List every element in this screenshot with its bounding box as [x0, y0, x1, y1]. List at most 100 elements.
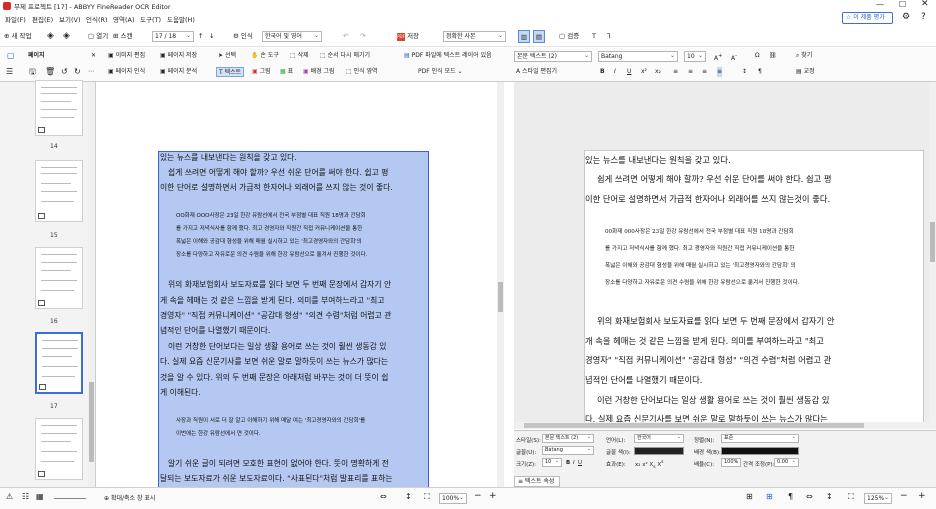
- table-area-tool[interactable]: ▦ 표: [280, 67, 293, 77]
- save-icon[interactable]: 🖫: [29, 67, 36, 77]
- text-line[interactable]: 있는 뉴스를 내보낸다는 원칙을 갖고 있다.: [585, 154, 731, 166]
- thumbnail-page-17-selected[interactable]: [35, 332, 83, 394]
- underline-icon[interactable]: U: [627, 67, 631, 77]
- prop-lang-select[interactable]: 한국어: [634, 434, 684, 443]
- panel-close-icon[interactable]: ✕: [91, 51, 96, 61]
- rotate-right-icon[interactable]: ↻: [74, 67, 81, 77]
- paragraph-marks-icon[interactable]: ¶: [788, 492, 793, 501]
- menu-edit[interactable]: 편집(E): [32, 14, 53, 24]
- underline-icon[interactable]: U: [578, 460, 582, 466]
- thumbnail-page-16[interactable]: [35, 247, 83, 309]
- image-scrollbar[interactable]: [497, 82, 504, 487]
- picture-area-tool[interactable]: ▣ 그림: [252, 67, 271, 77]
- select-tool[interactable]: ➤ 선택: [218, 51, 236, 61]
- style-editor-button[interactable]: A 스타일 편집기: [516, 67, 557, 77]
- thumbnail-page-14[interactable]: [35, 80, 83, 136]
- font-select[interactable]: Batang: [598, 51, 678, 62]
- font-size-select[interactable]: 10: [684, 51, 706, 62]
- save-button[interactable]: PDF 저장: [397, 30, 419, 43]
- text-line[interactable]: 쉽게 쓰려면 어떻게 해야 할까? 우선 쉬운 단어를 써야 한다. 쉽고 평: [597, 173, 832, 185]
- prop-spacing-input[interactable]: 0.00: [774, 458, 799, 467]
- fit-height-icon[interactable]: ↕: [405, 492, 412, 501]
- text-properties-tab[interactable]: ≡ 텍스트 속성: [514, 476, 560, 487]
- thumb-size-slider[interactable]: [54, 498, 86, 499]
- pdf-text-layer-option[interactable]: ▤ PDF 파일에 텍스트 레이어 있음: [404, 51, 492, 61]
- link-icon[interactable]: ⛓: [769, 51, 777, 61]
- menu-tools[interactable]: 도구(T): [140, 14, 161, 24]
- reorder-tool[interactable]: ⬚ 순서 다시 매기기: [320, 51, 370, 61]
- text-line[interactable]: 이런 거창한 단어보다는 일상 생활 용어로 쓰는 것이 훨씬 생동감 있: [597, 394, 829, 406]
- fit-width-icon[interactable]: ⇔: [806, 492, 813, 501]
- recognize-button[interactable]: ⚙ 인식: [233, 30, 253, 43]
- scan-button[interactable]: ⊞ 스캔: [113, 30, 132, 43]
- new-task-button[interactable]: ⊕ 새 작업: [4, 30, 32, 43]
- paragraph-icon[interactable]: ¶: [758, 67, 762, 77]
- save-page-button[interactable]: ▣ 페이지 저장: [160, 51, 197, 61]
- text-quote-line[interactable]: 00화재 000사장은 23일 한강 유람선에서 전국 부점별 대표 직원 18…: [605, 227, 794, 235]
- menu-view[interactable]: 보기(V): [59, 14, 80, 24]
- open-button[interactable]: ▢ 열기: [88, 30, 108, 43]
- recognize-page-button[interactable]: ▣ 페이지 인식: [108, 67, 145, 77]
- text-style-icon[interactable]: T: [592, 30, 596, 43]
- delete-area-tool[interactable]: ⬚ 삭제: [290, 51, 309, 61]
- arrow-down-icon[interactable]: ↓: [209, 30, 214, 43]
- redo-icon[interactable]: ↷: [360, 30, 365, 43]
- language-select[interactable]: 한국어 및 영어: [262, 31, 322, 42]
- prop-font-select[interactable]: Batang: [542, 446, 594, 455]
- prop-align-select[interactable]: 표준: [721, 434, 799, 443]
- subscript-icon[interactable]: x₂: [655, 67, 661, 77]
- settings-gear-icon[interactable]: ⚙: [902, 12, 910, 22]
- zoom-select-right[interactable]: 125%: [864, 493, 892, 504]
- page-counter[interactable]: 17 / 18: [152, 31, 194, 42]
- rotate-left-icon[interactable]: ↺: [61, 67, 68, 77]
- prop-size-select[interactable]: 10: [542, 458, 562, 467]
- font-color-swatch[interactable]: [634, 447, 684, 455]
- zoom-in-icon[interactable]: +: [918, 491, 926, 501]
- pdf-mode-option[interactable]: PDF 인식 모드 ⌄: [418, 67, 463, 77]
- grid-view-icon[interactable]: ▦: [36, 492, 44, 501]
- align-left-icon[interactable]: ≡: [673, 67, 678, 77]
- close-icon[interactable]: ✕: [921, 0, 929, 9]
- list-icon[interactable]: ☰: [6, 67, 13, 77]
- scrollbar-thumb[interactable]: [498, 282, 503, 312]
- text-quote-line[interactable]: 를 가지고 저녁식사를 함께 했다. 최고 경영자와 직원간 직접 커뮤니케이션…: [605, 244, 794, 252]
- menu-recognize[interactable]: 인식(R): [86, 14, 108, 24]
- thumbnails-scrollbar[interactable]: [88, 82, 95, 487]
- compare-icon[interactable]: ⊞: [766, 492, 773, 501]
- text-scrollbar[interactable]: [929, 82, 936, 429]
- text-line[interactable]: 이한 단어로 설명하면서 가급적 한자어나 외래어를 쓰지 않는것이 좋다.: [585, 193, 830, 205]
- text-line[interactable]: 경영자" "직접 커뮤니케이션" "공감대 형성" "의견 수렴"처럼 어렵고 …: [585, 354, 831, 366]
- scrollbar-thumb[interactable]: [89, 382, 94, 462]
- zoom-window-toggle[interactable]: ⊕ 확대/축소 창 표시: [104, 493, 155, 502]
- scrollbar-thumb[interactable]: [930, 222, 935, 262]
- thumbnail-page-18[interactable]: [35, 418, 83, 480]
- page-panel-icon[interactable]: ▢: [7, 51, 15, 61]
- style-select[interactable]: 본문 텍스트 (2): [514, 51, 592, 62]
- format-icon[interactable]: ⅂: [607, 30, 611, 43]
- list-view-icon[interactable]: ☷: [22, 492, 29, 501]
- prop-scale-input[interactable]: 100%: [721, 458, 741, 467]
- recognition-area-tool[interactable]: ⬚ 인식 영역: [346, 67, 378, 77]
- save-mode-select[interactable]: 정확한 사본: [443, 31, 506, 42]
- italic-icon[interactable]: I: [614, 67, 616, 77]
- delete-icon[interactable]: 🗑: [45, 67, 55, 77]
- zoom-out-icon[interactable]: −: [474, 491, 482, 501]
- warning-icon[interactable]: ⚠: [6, 492, 13, 501]
- fit-icon[interactable]: ⇔: [380, 492, 387, 501]
- special-char-icon[interactable]: Ω: [755, 51, 760, 61]
- correct-button[interactable]: ▤ 교정: [796, 67, 815, 77]
- prop-style-select[interactable]: 본문 텍스트 (2): [542, 434, 594, 443]
- justify-icon[interactable]: ≡: [717, 67, 723, 77]
- text-area-tool[interactable]: T 텍스트: [216, 67, 245, 77]
- fullscreen-icon[interactable]: ⛶: [848, 492, 854, 502]
- thumbnail-page-15[interactable]: [35, 160, 83, 222]
- verify-button[interactable]: ▢ 검증: [559, 30, 579, 43]
- grow-font-icon[interactable]: A+: [714, 51, 722, 62]
- zoom-in-icon[interactable]: +: [489, 491, 497, 501]
- fullscreen-icon[interactable]: ⛶: [424, 492, 430, 502]
- menu-help[interactable]: 도움말(H): [167, 14, 195, 24]
- help-icon[interactable]: ?: [921, 12, 926, 22]
- layers-down-icon[interactable]: ◈: [63, 30, 70, 43]
- hscroll-thumb[interactable]: [524, 423, 864, 428]
- rate-product-button[interactable]: ☆ 이 제품 평가: [842, 12, 893, 24]
